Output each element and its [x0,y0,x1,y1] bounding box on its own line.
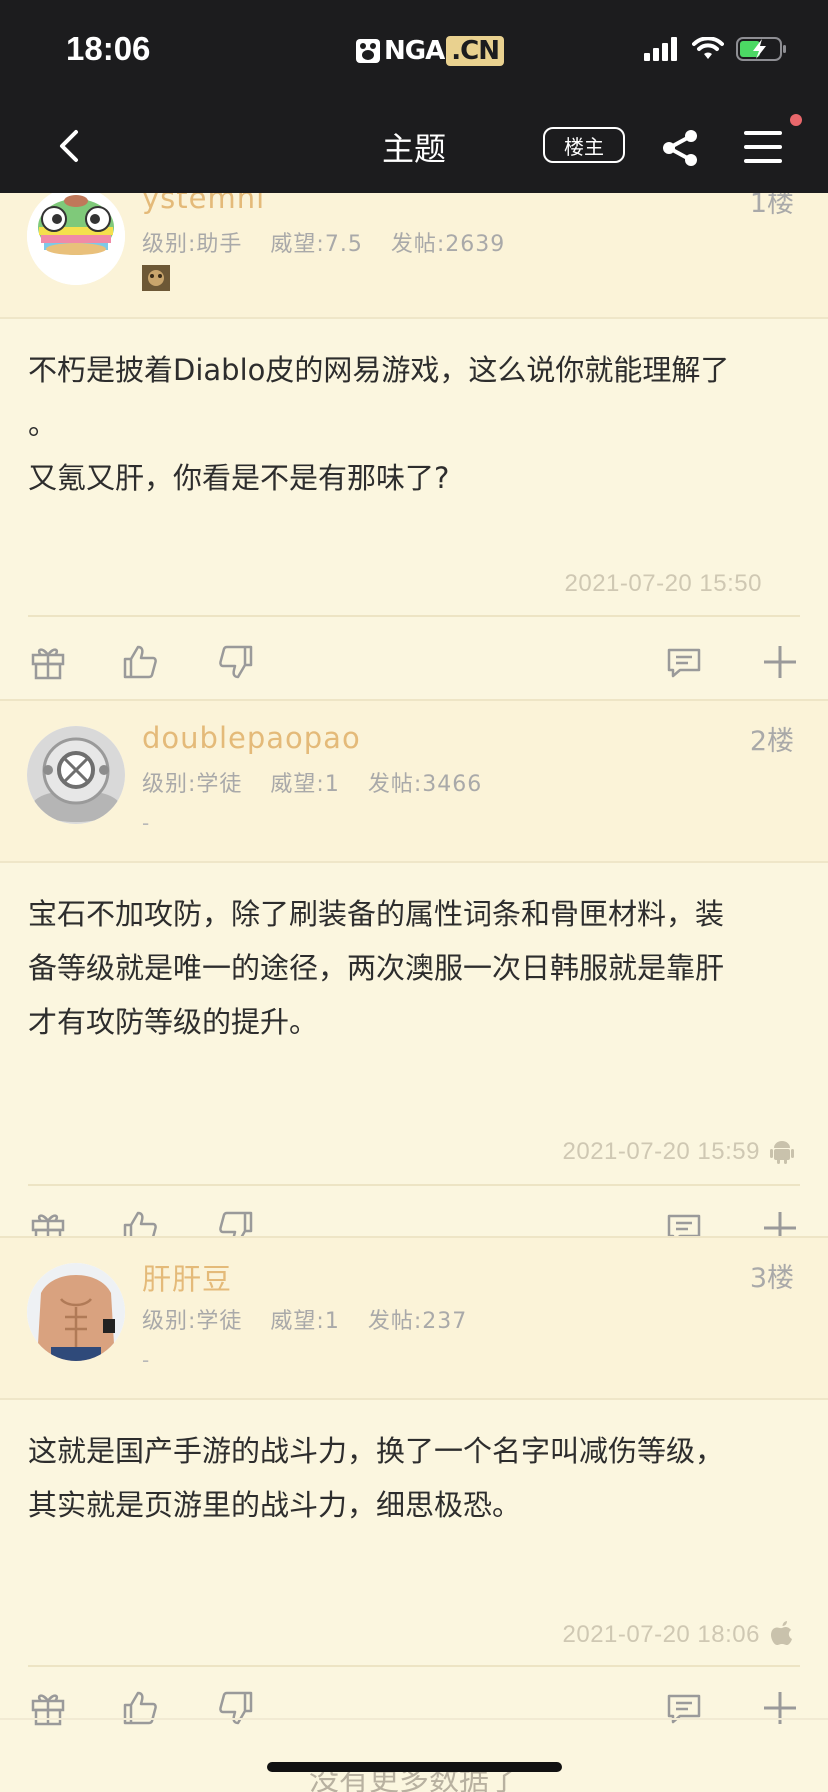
thumbs-up-icon [123,1691,157,1725]
divider [28,615,800,617]
user-level: 级别:学徒 [142,772,243,797]
user-post-count: 发帖:2639 [390,232,506,257]
thumbs-down-icon [219,645,253,679]
muscle-avatar-icon [27,1263,125,1361]
thumbs-down-icon [219,1691,253,1725]
divider [28,1184,800,1186]
avatar[interactable] [27,1263,125,1361]
post-line: 备等级就是唯一的途径，两次澳服一次日韩服就是靠肝 [28,951,725,985]
avatar[interactable] [27,726,125,824]
menu-icon [744,131,782,163]
apple-icon [771,1621,792,1645]
post-line: 。 [28,407,58,441]
more-button[interactable] [760,642,800,682]
username[interactable]: ystemni [142,193,265,215]
user-signature: - [142,1348,150,1372]
post-body: 不朽是披着Diablo皮的网易游戏，这么说你就能理解了 。 又氪又肝，你看是不是… [28,343,800,505]
post-timestamp: 2021-07-20 15:59 [562,1138,760,1165]
post-3: 肝肝豆 3楼 级别:学徒 威望:1 发帖:237 - 这就是国产手游的战斗力，换… [0,1238,828,1726]
system-icons [644,36,788,62]
user-meta: 级别:学徒 威望:1 发帖:3466 [142,766,502,798]
frog-avatar-icon [27,193,125,285]
gift-icon [31,648,65,680]
plus-icon [764,1692,796,1724]
thread-content[interactable]: ystemni 1楼 级别:助手 威望:7.5 发帖:2639 不朽是披着Dia… [0,193,828,1792]
user-prestige: 威望:7.5 [270,232,363,257]
post-line: 不朽是披着Diablo皮的网易游戏，这么说你就能理解了 [28,353,730,387]
post-line: 又氪又肝，你看是不是有那味了? [28,461,450,495]
share-button[interactable] [660,128,700,168]
reply-button[interactable] [664,642,704,682]
post-line: 才有攻防等级的提升。 [28,1005,319,1039]
gift-button[interactable] [28,642,68,682]
user-post-count: 发帖:3466 [367,772,483,797]
comment-icon [667,1694,701,1724]
post-timestamp: 2021-07-20 18:06 [562,1621,760,1648]
back-button[interactable] [50,126,90,166]
floor-number: 3楼 [749,1263,794,1294]
avatar[interactable] [27,193,125,285]
post-actions [0,1670,828,1746]
dislike-button[interactable] [216,642,256,682]
comment-icon [667,648,701,678]
user-level: 级别:助手 [142,232,243,257]
post-header: 肝肝豆 3楼 级别:学徒 威望:1 发帖:237 - [0,1238,828,1400]
like-button[interactable] [120,1688,160,1728]
more-button[interactable] [760,1688,800,1728]
home-indicator[interactable] [267,1762,562,1772]
only-op-button[interactable]: 楼主 [543,127,625,163]
logo-text: NGA [384,36,445,66]
post-header: doublepaopao 2楼 级别:学徒 威望:1 发帖:3466 - [0,701,828,863]
reply-button[interactable] [664,1688,704,1728]
user-post-count: 发帖:237 [367,1309,468,1334]
divider [28,1665,800,1667]
nav-bar: 主题 楼主 [0,100,828,193]
post-timestamp: 2021-07-20 15:50 [564,570,762,597]
signal-icon [644,37,677,61]
share-icon [663,130,697,166]
floor-number: 2楼 [749,726,794,757]
post-line: 其实就是页游里的战斗力，细思极恐。 [28,1488,522,1522]
nga-logo: NGA .CN [355,34,504,68]
user-prestige: 威望:1 [270,1309,340,1334]
gift-icon [31,1694,65,1726]
medal-badge-icon [142,265,170,291]
user-level: 级别:学徒 [142,1309,243,1334]
post-separator [0,1718,828,1720]
status-bar: 18:06 NGA .CN [0,0,828,100]
username[interactable]: 肝肝豆 [142,1256,232,1298]
user-prestige: 威望:1 [270,772,340,797]
end-of-list-text: 没有更多数据了 [309,1763,519,1792]
post-body: 这就是国产手游的战斗力，换了一个名字叫减伤等级， 其实就是页游里的战斗力，细思极… [28,1424,800,1532]
user-meta: 级别:学徒 威望:1 发帖:237 [142,1303,487,1335]
post-2: doublepaopao 2楼 级别:学徒 威望:1 发帖:3466 - 宝石不… [0,701,828,1246]
thumbs-up-icon [123,645,157,679]
like-button[interactable] [120,642,160,682]
username[interactable]: doublepaopao [142,721,361,755]
post-actions [0,624,828,700]
paw-icon [356,39,380,63]
gift-button[interactable] [28,1688,68,1728]
post-line: 宝石不加攻防，除了刷装备的属性词条和骨匣材料，装 [28,897,725,931]
post-line: 这就是国产手游的战斗力，换了一个名字叫减伤等级， [28,1434,725,1468]
android-icon [770,1141,794,1164]
dislike-button[interactable] [216,1688,256,1728]
floor-number: 1楼 [749,193,794,219]
status-time: 18:06 [66,30,151,67]
post-body: 宝石不加攻防，除了刷装备的属性词条和骨匣材料，装 备等级就是唯一的途径，两次澳服… [28,887,800,1049]
battery-charging-icon [736,37,786,61]
user-meta: 级别:助手 威望:7.5 发帖:2639 [142,226,525,258]
menu-button[interactable] [742,128,784,166]
logo-suffix: .CN [446,36,504,66]
user-signature: - [142,811,150,835]
back-icon [60,130,78,162]
post-header: ystemni 1楼 级别:助手 威望:7.5 发帖:2639 [0,193,828,319]
wifi-icon [692,37,724,59]
notification-dot [790,114,802,126]
plus-icon [764,646,796,678]
page-title: 主题 [381,130,446,168]
diving-helmet-avatar-icon [27,726,125,824]
